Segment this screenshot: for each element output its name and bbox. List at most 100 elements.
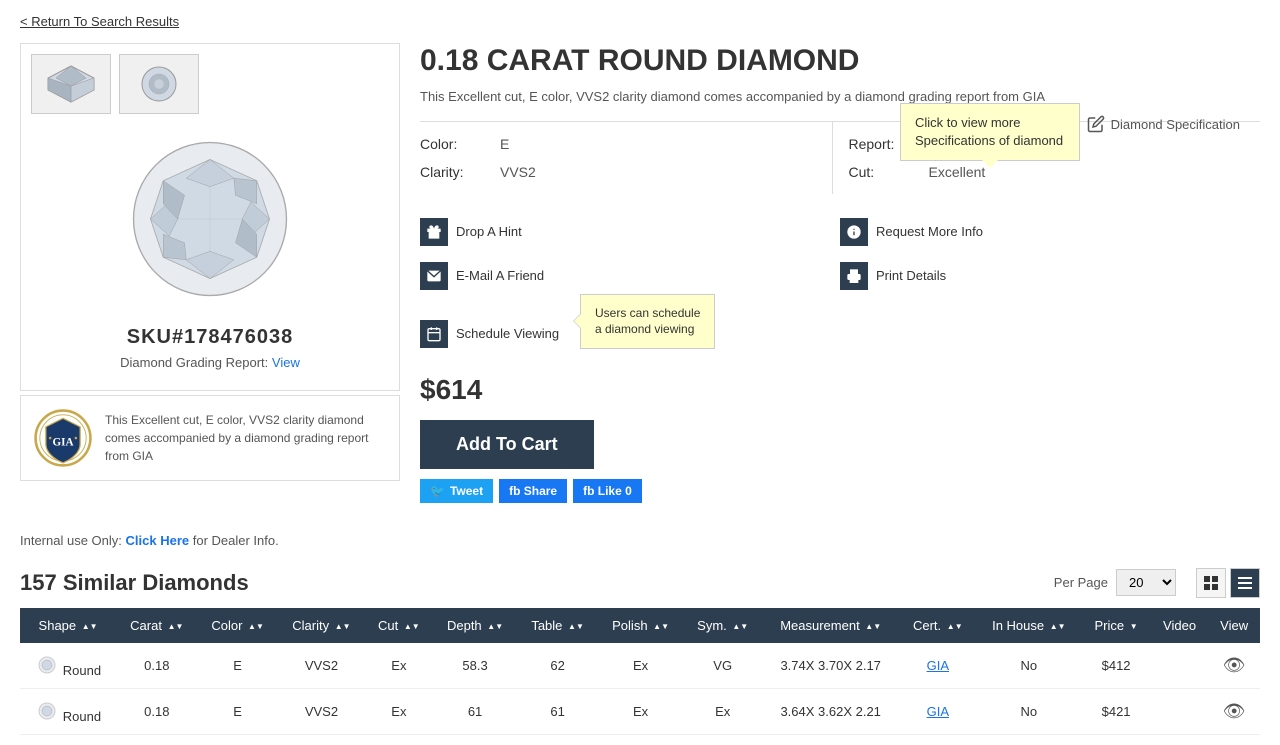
facebook-share-button[interactable]: fb Share <box>499 479 567 503</box>
schedule-tooltip: Users can schedule a diamond viewing <box>580 294 715 350</box>
col-sym[interactable]: Sym. ▲▼ <box>683 608 762 643</box>
sku-text: SKU#178476038 <box>31 326 389 349</box>
sort-cert: ▲▼ <box>947 622 963 631</box>
facebook-like-label: fb Like 0 <box>583 484 632 498</box>
cell-polish-0: Ex <box>598 643 684 689</box>
cell-shape-text-0: Round <box>63 663 101 678</box>
back-link[interactable]: < Return To Search Results <box>0 0 199 43</box>
col-video: Video <box>1151 608 1209 643</box>
spec-link-icon <box>1087 115 1105 133</box>
schedule-viewing-label: Schedule Viewing <box>456 326 559 341</box>
product-price: $614 <box>420 374 1260 406</box>
similar-diamonds-section: 157 Similar Diamonds Per Page 20 50 100 <box>0 558 1280 745</box>
similar-count: 157 <box>20 570 57 595</box>
cert-link-1[interactable]: GIA <box>927 704 949 719</box>
col-depth[interactable]: Depth ▲▼ <box>433 608 518 643</box>
similar-header: 157 Similar Diamonds Per Page 20 50 100 <box>20 568 1260 598</box>
cell-price-1: $421 <box>1081 688 1150 734</box>
clarity-value: VVS2 <box>500 164 536 180</box>
dealer-info-link[interactable]: Click Here <box>126 533 190 548</box>
cell-view-1: 👁 <box>1208 688 1260 734</box>
info-icon <box>840 218 868 246</box>
col-cut[interactable]: Cut ▲▼ <box>365 608 433 643</box>
left-panel: SKU#178476038 Diamond Grading Report: Vi… <box>20 43 400 513</box>
cell-color-0: E <box>197 643 277 689</box>
internal-use-section: Internal use Only: Click Here for Dealer… <box>0 523 1280 558</box>
col-measurement[interactable]: Measurement ▲▼ <box>762 608 899 643</box>
sort-cut: ▲▼ <box>404 622 420 631</box>
cell-price-0: $412 <box>1081 643 1150 689</box>
col-clarity[interactable]: Clarity ▲▼ <box>278 608 365 643</box>
spec-tooltip: Click to view more Specifications of dia… <box>900 103 1080 161</box>
image-container: SKU#178476038 Diamond Grading Report: Vi… <box>20 43 400 391</box>
sort-clarity: ▲▼ <box>335 622 351 631</box>
col-price[interactable]: Price ▼ <box>1081 608 1150 643</box>
color-value: E <box>500 136 509 152</box>
thumbnail-2[interactable] <box>119 54 199 114</box>
grid-icon <box>1203 575 1219 591</box>
cell-shape-text-1: Round <box>63 709 101 724</box>
per-page-label: Per Page <box>1054 575 1108 590</box>
col-shape[interactable]: Shape ▲▼ <box>20 608 116 643</box>
cell-carat-1: 0.18 <box>116 688 197 734</box>
spec-link[interactable]: Diamond Specification <box>1087 115 1240 133</box>
product-description: This Excellent cut, E color, VVS2 clarit… <box>420 87 1260 107</box>
sort-carat: ▲▼ <box>168 622 184 631</box>
col-in-house[interactable]: In House ▲▼ <box>976 608 1081 643</box>
cut-value: Excellent <box>929 164 986 180</box>
cell-view-0: 👁 <box>1208 643 1260 689</box>
add-to-cart-button[interactable]: Add To Cart <box>420 420 594 469</box>
col-table[interactable]: Table ▲▼ <box>517 608 597 643</box>
cell-clarity-1: VVS2 <box>278 688 365 734</box>
sku-section: SKU#178476038 <box>31 314 389 355</box>
col-carat[interactable]: Carat ▲▼ <box>116 608 197 643</box>
sort-in-house: ▲▼ <box>1050 622 1066 631</box>
thumbnail-1[interactable] <box>31 54 111 114</box>
request-info-label: Request More Info <box>876 224 983 239</box>
shape-icon-0 <box>35 653 59 677</box>
print-icon <box>840 262 868 290</box>
social-buttons: 🐦 Tweet fb Share fb Like 0 <box>420 479 1260 503</box>
cell-in-house-0: No <box>976 643 1081 689</box>
cell-shape-1: Round <box>20 688 116 734</box>
schedule-viewing-action[interactable]: Schedule Viewing <box>420 312 559 356</box>
dealer-info-text: for Dealer Info. <box>193 533 279 548</box>
report-link[interactable]: View <box>272 355 300 370</box>
cell-sym-0: VG <box>683 643 762 689</box>
drop-hint-action[interactable]: Drop A Hint <box>420 210 840 254</box>
col-view: View <box>1208 608 1260 643</box>
cut-spec: Cut: Excellent <box>849 158 1261 186</box>
gia-logo: GIA <box>33 408 93 468</box>
schedule-viewing-row: Schedule Viewing Users can schedule a di… <box>420 304 1260 364</box>
grid-view-button[interactable] <box>1196 568 1226 598</box>
facebook-like-button[interactable]: fb Like 0 <box>573 479 642 503</box>
list-view-button[interactable] <box>1230 568 1260 598</box>
specs-col-left: Color: E Clarity: VVS2 <box>420 122 832 194</box>
sort-depth: ▲▼ <box>487 622 503 631</box>
list-icon <box>1237 575 1253 591</box>
col-polish[interactable]: Polish ▲▼ <box>598 608 684 643</box>
per-page-select[interactable]: 20 50 100 <box>1116 569 1176 596</box>
table-row: Round 0.18 E VVS2 Ex 61 61 Ex Ex 3.64X 3… <box>20 688 1260 734</box>
col-color[interactable]: Color ▲▼ <box>197 608 277 643</box>
spec-link-label: Diamond Specification <box>1111 117 1240 132</box>
drop-hint-label: Drop A Hint <box>456 224 522 239</box>
tweet-button[interactable]: 🐦 Tweet <box>420 479 493 503</box>
cert-link-0[interactable]: GIA <box>927 658 949 673</box>
sort-measurement: ▲▼ <box>865 622 881 631</box>
print-details-label: Print Details <box>876 268 946 283</box>
facebook-share-label: fb Share <box>509 484 557 498</box>
product-title: 0.18 CARAT ROUND DIAMOND <box>420 43 1260 79</box>
request-info-action[interactable]: Request More Info <box>840 210 1260 254</box>
print-details-action[interactable]: Print Details <box>840 254 1260 298</box>
svg-text:GIA: GIA <box>52 437 73 449</box>
view-button-1[interactable]: 👁 <box>1223 701 1246 722</box>
sort-polish: ▲▼ <box>653 622 669 631</box>
email-friend-action[interactable]: E-Mail A Friend <box>420 254 840 298</box>
cell-color-1: E <box>197 688 277 734</box>
view-button-0[interactable]: 👁 <box>1223 655 1246 676</box>
actions-grid: Drop A Hint Request More Info E-Mail A F… <box>420 210 1260 298</box>
similar-title: 157 Similar Diamonds <box>20 570 249 596</box>
col-cert[interactable]: Cert. ▲▼ <box>899 608 976 643</box>
clarity-label: Clarity: <box>420 164 490 180</box>
